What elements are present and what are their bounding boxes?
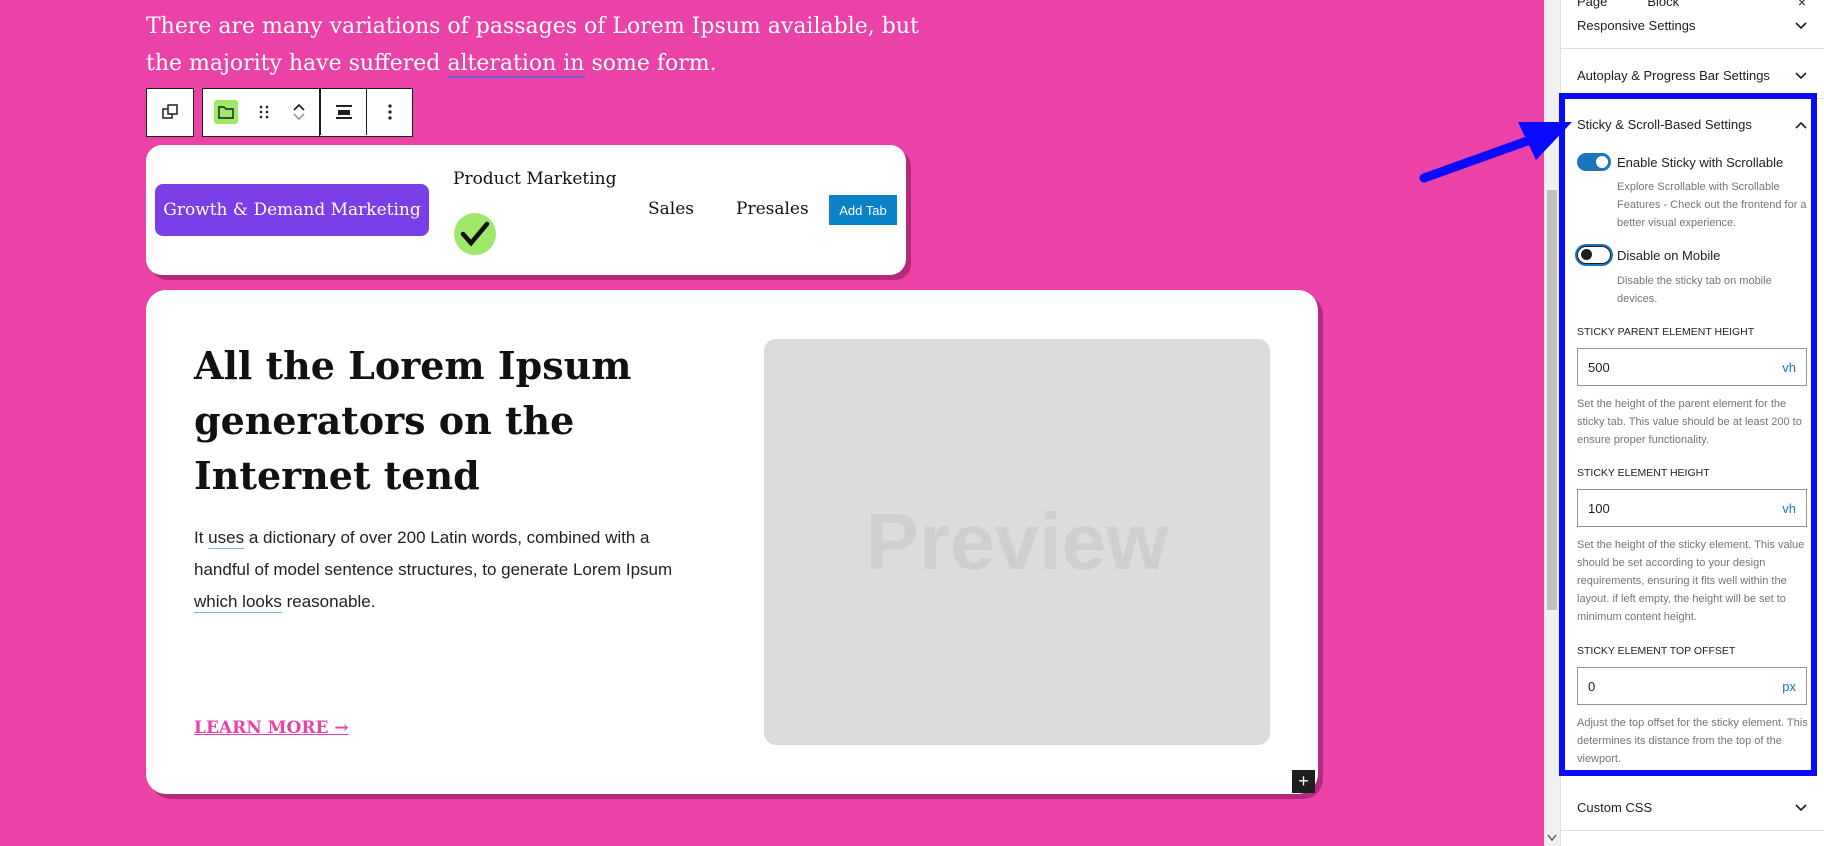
settings-sidebar: Page Block × Responsive Settings Autopla… (1559, 0, 1824, 846)
tab-block[interactable]: Block (1647, 0, 1679, 9)
panel-autoplay-settings[interactable]: Autoplay & Progress Bar Settings (1577, 68, 1807, 83)
preview-image-placeholder: Preview (764, 339, 1270, 745)
move-arrows[interactable] (279, 89, 319, 135)
body-text-2: a dictionary of over 200 Latin words, co… (194, 528, 673, 579)
panel-responsive-settings[interactable]: Responsive Settings (1577, 18, 1807, 33)
editor-canvas: There are many variations of passages of… (0, 0, 1544, 846)
body-text-1: It (194, 528, 209, 547)
close-icon[interactable]: × (1798, 0, 1806, 10)
content-headline: All the Lorem Ipsum generators on the In… (194, 343, 632, 498)
intro-text-end: some form. (584, 51, 717, 76)
body-underlined-2: which looks (194, 592, 282, 611)
more-options-icon[interactable] (366, 89, 412, 135)
divider (1561, 830, 1824, 831)
toolbar-group-align (319, 88, 413, 137)
sidebar-tabs: Page Block (1577, 0, 1679, 9)
block-toolbar (146, 88, 413, 137)
divider (1561, 48, 1824, 49)
panel-title: Autoplay & Progress Bar Settings (1577, 68, 1770, 83)
duplicate-icon[interactable] (147, 89, 193, 135)
highlight-annotation-box (1559, 93, 1817, 776)
canvas-scrollbar[interactable] (1544, 0, 1560, 846)
panel-custom-css[interactable]: Custom CSS (1577, 800, 1807, 815)
tab-sales[interactable]: Sales (648, 199, 694, 219)
preview-label: Preview (865, 497, 1169, 586)
panel-title: Custom CSS (1577, 800, 1653, 815)
add-block-button[interactable]: + (1292, 770, 1315, 793)
block-type-button[interactable] (203, 89, 249, 135)
tab-product-marketing[interactable]: Product Marketing (453, 169, 617, 189)
chevron-down-icon (1795, 803, 1807, 811)
checkmark-icon (454, 213, 496, 255)
add-tab-button[interactable]: Add Tab (829, 195, 897, 225)
move-up-icon[interactable] (292, 102, 306, 112)
drag-handle-icon[interactable] (249, 89, 279, 135)
tab-page[interactable]: Page (1577, 0, 1607, 9)
scroll-down-icon[interactable] (1547, 834, 1557, 842)
chevron-down-icon (1795, 21, 1807, 29)
body-text-3: reasonable. (281, 592, 376, 611)
toolbar-group-block (202, 88, 320, 137)
chevron-down-icon (1795, 71, 1807, 79)
panel-title: Responsive Settings (1577, 18, 1696, 33)
toolbar-group-transform (146, 88, 194, 137)
intro-paragraph[interactable]: There are many variations of passages of… (146, 8, 926, 82)
tab-growth-demand-marketing[interactable]: Growth & Demand Marketing (155, 184, 429, 236)
tabs-block[interactable]: Growth & Demand Marketing Product Market… (146, 145, 906, 275)
tab-presales[interactable]: Presales (736, 199, 809, 219)
content-body: It uses a dictionary of over 200 Latin w… (194, 522, 704, 618)
learn-more-link[interactable]: LEARN MORE → (194, 718, 349, 738)
tab-content-card: All the Lorem Ipsum generators on the In… (146, 290, 1318, 794)
intro-underlined-text: alteration in (447, 51, 585, 76)
move-down-icon[interactable] (292, 112, 306, 122)
folder-icon (214, 100, 238, 124)
body-underlined-1: uses (208, 528, 245, 547)
align-icon[interactable] (320, 89, 366, 135)
scrollbar-thumb[interactable] (1547, 190, 1557, 610)
